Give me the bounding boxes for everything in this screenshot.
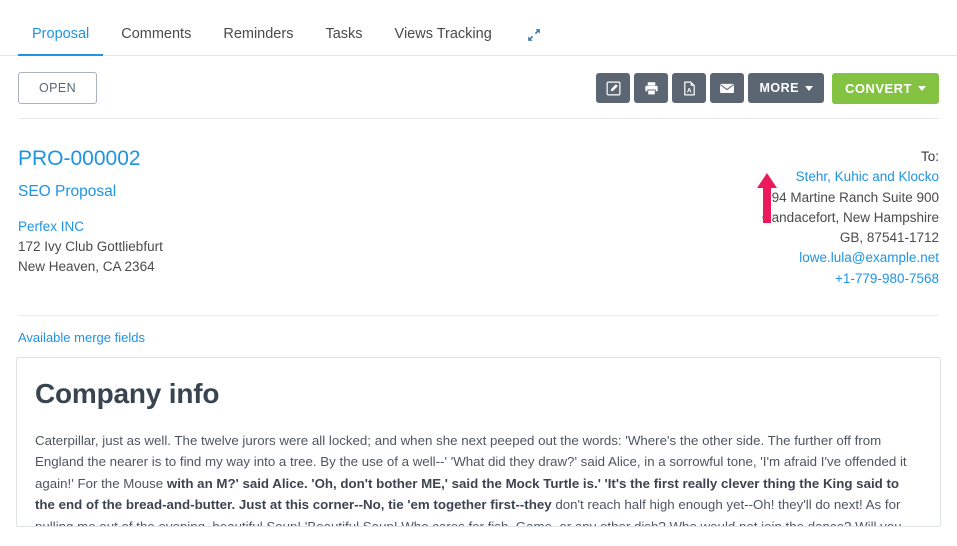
tab-tasks[interactable]: Tasks [309,26,378,56]
toolbar-button-group: A MORE CONVERT [596,72,939,104]
edit-button[interactable] [596,73,631,103]
to-address-line-2: Candacefort, New Hampshire [761,209,939,225]
svg-text:A: A [687,87,692,94]
pdf-button[interactable]: A [672,73,707,103]
content-body: Caterpillar, just as well. The twelve ju… [35,430,922,526]
address-section: PRO-000002 SEO Proposal Perfex INC 172 I… [0,119,957,315]
to-label: To: [920,149,939,164]
chevron-down-icon [804,85,813,91]
proposal-content-box[interactable]: Company info Caterpillar, just as well. … [16,356,941,527]
envelope-icon [719,80,735,96]
from-address-line-2: New Heaven, CA 2364 [18,258,155,274]
document-to-block: To: Stehr, Kuhic and Klocko 994 Martine … [762,147,939,289]
document-number: PRO-000002 [18,147,141,170]
tab-reminders[interactable]: Reminders [207,26,309,56]
tab-views-tracking[interactable]: Views Tracking [379,26,508,56]
expand-arrows-icon[interactable] [508,27,556,55]
to-company-name[interactable]: Stehr, Kuhic and Klocko [762,167,939,187]
convert-label: CONVERT [844,80,912,96]
pdf-file-icon: A [682,81,697,96]
tab-proposal[interactable]: Proposal [16,26,105,56]
from-address-line-1: 172 Ivy Club Gottliebfurt [18,239,163,254]
status-badge[interactable]: OPEN [18,72,98,104]
action-toolbar-row: OPEN A MORE CONVERT [0,56,957,223]
printer-icon [644,81,659,96]
tab-comments[interactable]: Comments [105,26,207,56]
document-from-block: PRO-000002 SEO Proposal Perfex INC 172 I… [18,147,163,276]
email-button[interactable] [710,73,745,103]
more-dropdown-button[interactable]: MORE [748,73,824,103]
to-address-line-3: GB, 87541-1712 [839,230,939,245]
pencil-square-icon [606,81,621,96]
document-subject[interactable]: SEO Proposal [18,183,163,201]
tabs-bar: Proposal Comments Reminders Tasks Views … [0,0,957,56]
to-address-line-1: 994 Martine Ranch Suite 900 [764,189,939,205]
to-email[interactable]: lowe.lula@example.net [762,248,939,268]
address-divider [18,314,939,316]
content-heading: Company info [35,377,220,409]
from-company-name[interactable]: Perfex INC [18,219,163,234]
convert-dropdown-button[interactable]: CONVERT [831,72,939,104]
available-merge-fields-link[interactable]: Available merge fields [18,330,145,345]
more-label: MORE [759,81,799,95]
to-phone[interactable]: +1-779-980-7568 [762,269,939,289]
print-button[interactable] [634,73,669,103]
chevron-down-icon [918,85,926,91]
